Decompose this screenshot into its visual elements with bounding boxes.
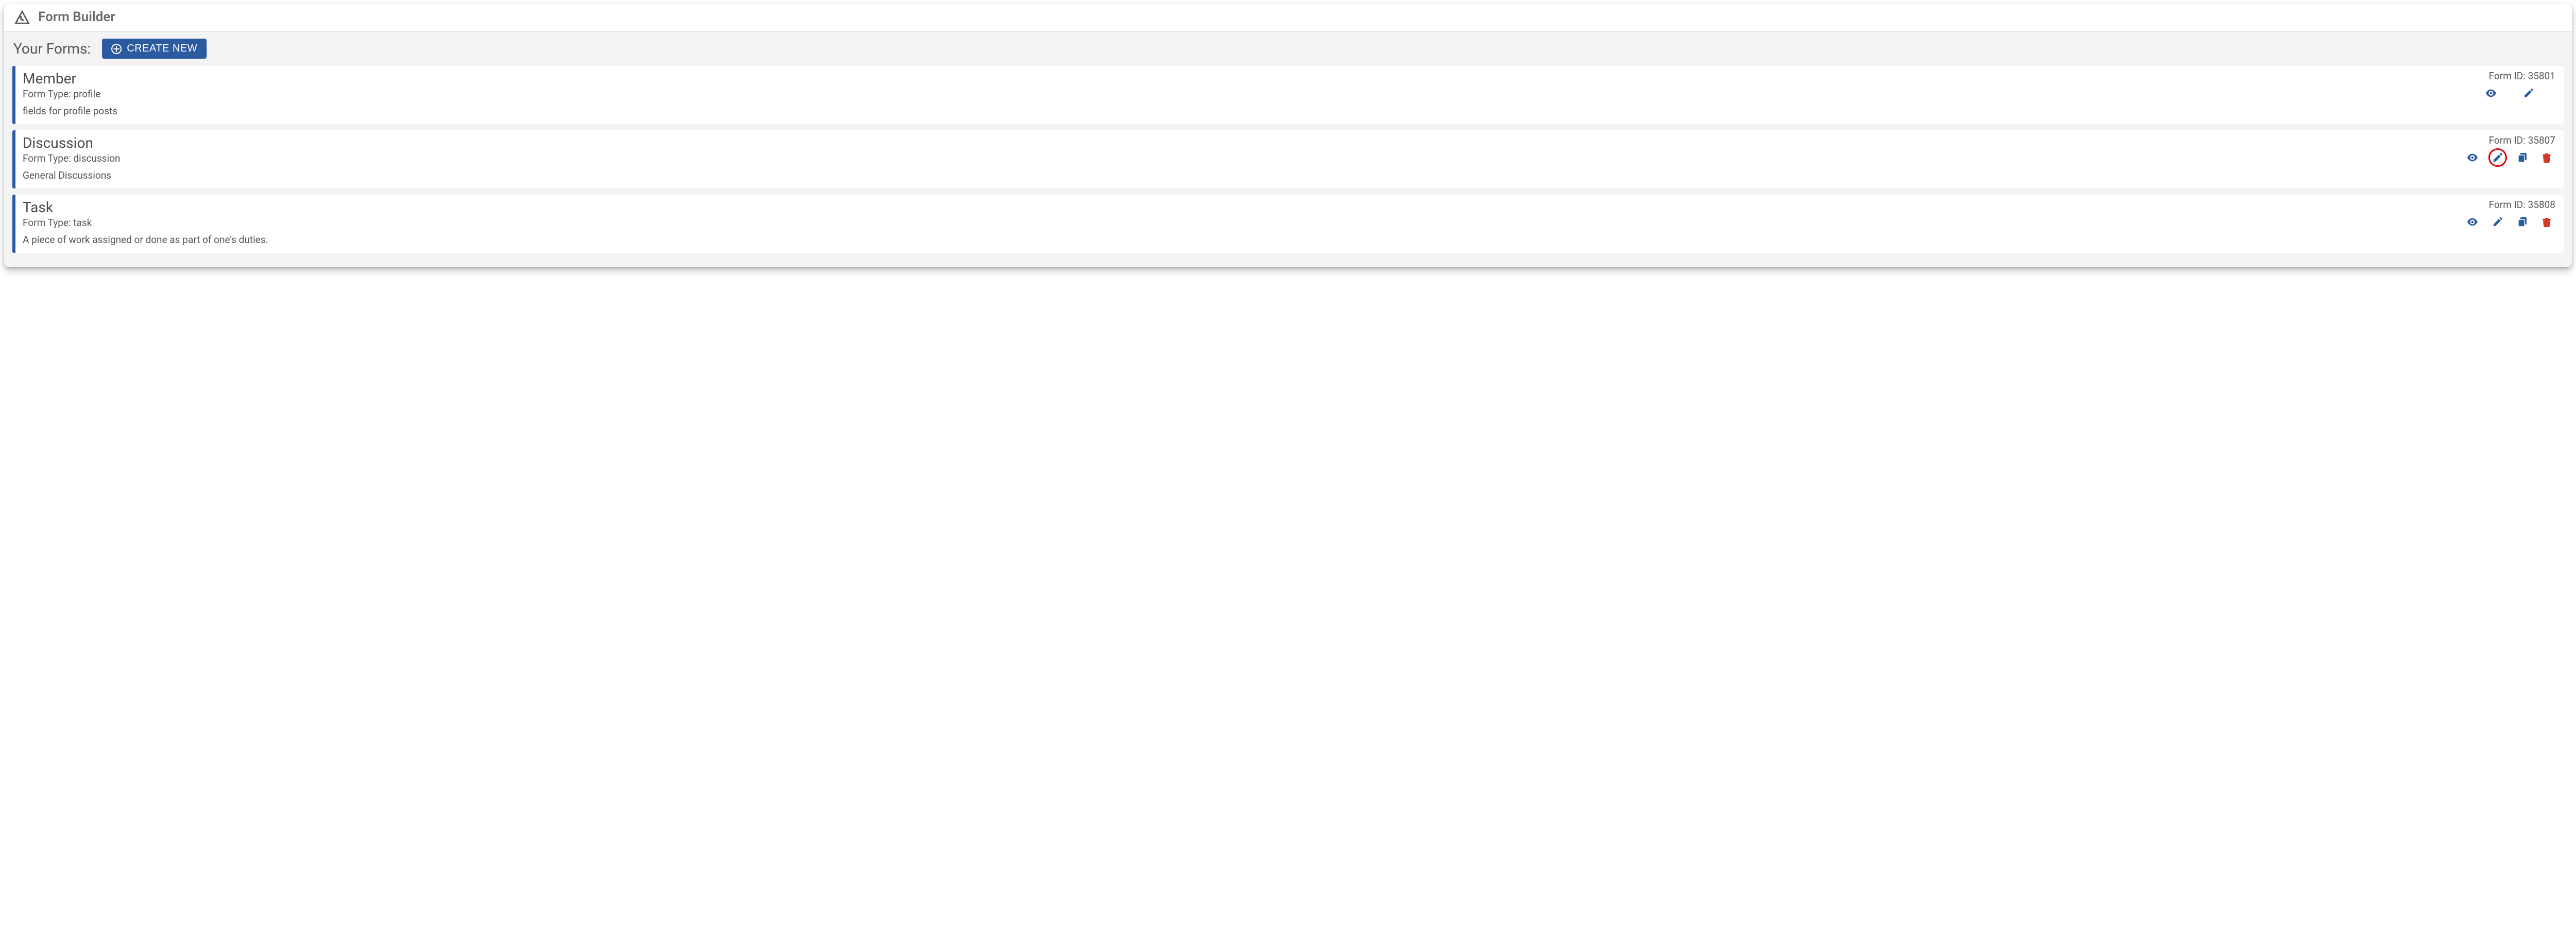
view-button[interactable]	[2466, 152, 2479, 163]
delete-button[interactable]	[2541, 216, 2552, 228]
copy-button[interactable]	[2516, 151, 2529, 164]
form-type: Form Type: discussion	[23, 152, 2421, 164]
plus-circle-icon	[111, 44, 122, 54]
edit-button[interactable]	[2492, 216, 2504, 228]
form-card: DiscussionForm Type: discussion General D…	[12, 130, 2564, 188]
form-id: Form ID: 35801	[2421, 70, 2555, 82]
form-title: Discussion	[23, 134, 2421, 151]
form-id: Form ID: 35807	[2421, 134, 2555, 146]
construction-icon	[13, 9, 31, 25]
copy-icon	[2517, 152, 2528, 163]
form-builder-panel: Form Builder Your Forms: CREATE NEW Memb…	[4, 4, 2572, 267]
form-description: fields for profile posts	[23, 105, 2421, 117]
eye-icon	[2467, 153, 2478, 162]
form-type: Form Type: task	[23, 217, 2421, 229]
form-title: Member	[23, 70, 2421, 87]
form-card: TaskForm Type: task A piece of work assig…	[12, 195, 2564, 253]
create-new-label: CREATE NEW	[127, 43, 197, 55]
pencil-icon	[2523, 88, 2534, 98]
form-type: Form Type: profile	[23, 88, 2421, 100]
form-description: A piece of work assigned or done as part…	[23, 234, 2421, 246]
trash-icon	[2542, 152, 2551, 163]
pencil-icon	[2493, 152, 2503, 163]
form-actions	[2421, 151, 2555, 164]
delete-button[interactable]	[2541, 151, 2552, 164]
form-title: Task	[23, 199, 2421, 216]
app-title: Form Builder	[38, 9, 115, 25]
view-button[interactable]	[2466, 217, 2479, 227]
form-id: Form ID: 35808	[2421, 199, 2555, 211]
your-forms-label: Your Forms:	[13, 40, 91, 57]
eye-icon	[2485, 89, 2497, 97]
panel-header: Form Builder	[4, 4, 2572, 31]
subheader: Your Forms: CREATE NEW	[4, 31, 2572, 64]
copy-icon	[2517, 217, 2528, 227]
form-card: MemberForm Type: profile fields for profi…	[12, 66, 2564, 124]
copy-button[interactable]	[2516, 216, 2529, 228]
form-description: General Discussions	[23, 169, 2421, 181]
edit-button[interactable]	[2522, 87, 2535, 99]
eye-icon	[2467, 218, 2478, 226]
form-actions	[2421, 87, 2555, 99]
edit-button[interactable]	[2492, 151, 2504, 164]
create-new-button[interactable]: CREATE NEW	[102, 39, 207, 59]
forms-list: MemberForm Type: profile fields for profi…	[4, 64, 2572, 267]
trash-icon	[2542, 217, 2551, 227]
view-button[interactable]	[2484, 88, 2498, 98]
pencil-icon	[2493, 217, 2503, 227]
form-actions	[2421, 216, 2555, 228]
